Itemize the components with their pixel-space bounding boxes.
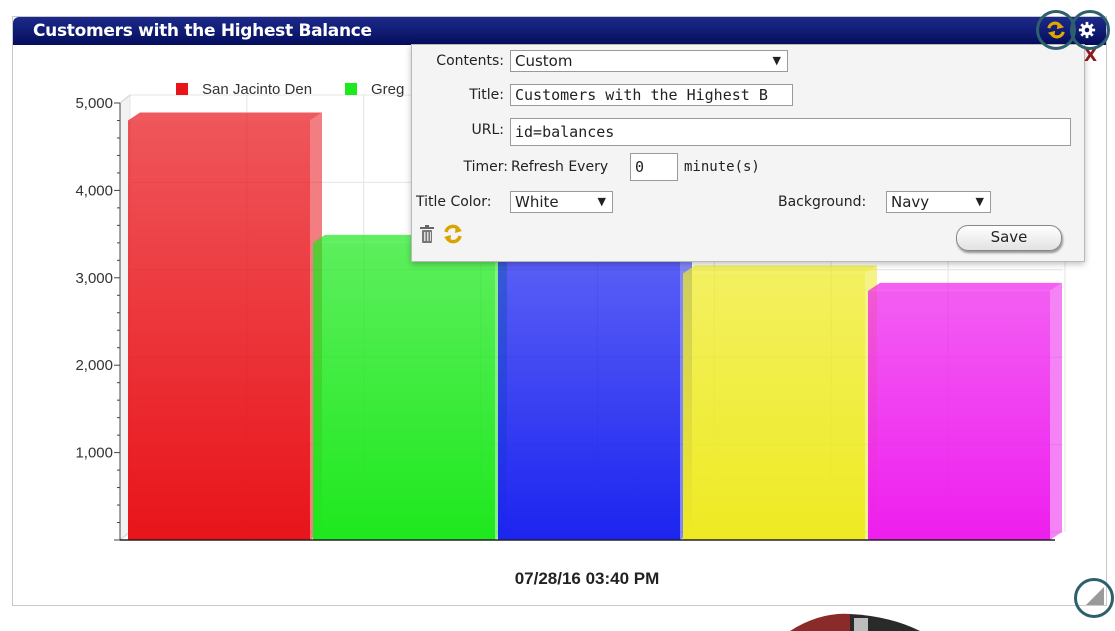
y-tick-label: 1,000 (75, 445, 113, 462)
background-label: Background: (778, 194, 867, 210)
title-color-label: Title Color: (416, 194, 492, 210)
timer-suffix: minute(s) (684, 159, 760, 175)
timer-input[interactable]: 0 (630, 153, 678, 181)
background-value: Navy (891, 193, 930, 211)
y-tick-label: 2,000 (75, 357, 113, 374)
contents-select-value: Custom (515, 52, 573, 70)
title-input[interactable]: Customers with the Highest B (510, 84, 793, 106)
legend-label[interactable]: San Jacinto Den (202, 81, 312, 98)
bar-top (128, 112, 322, 121)
dropdown-arrow-icon: ▼ (772, 54, 781, 67)
timer-prefix: Refresh Every (511, 159, 609, 175)
bar-top (868, 282, 1062, 291)
save-button[interactable]: Save (956, 225, 1062, 251)
contents-label: Contents: (436, 53, 504, 69)
dropdown-arrow-icon: ▼ (975, 195, 984, 208)
reload-icon[interactable] (442, 223, 464, 245)
background-select[interactable]: Navy ▼ (886, 191, 991, 213)
legend-swatch (176, 83, 188, 95)
bar-side (1050, 282, 1062, 540)
trash-icon[interactable] (418, 223, 436, 245)
url-input[interactable]: id=balances (510, 118, 1071, 146)
bar-top (683, 265, 877, 274)
y-tick-label: 3,000 (75, 270, 113, 287)
bar[interactable] (313, 242, 495, 540)
bar[interactable] (128, 120, 310, 540)
y-tick-label: 4,000 (75, 182, 113, 199)
title-color-value: White (515, 193, 559, 211)
highlight-ring (1074, 578, 1114, 618)
y-tick-label: 5,000 (75, 95, 113, 112)
bar[interactable] (683, 273, 865, 540)
title-color-select[interactable]: White ▼ (510, 191, 613, 213)
settings-panel: Contents: Custom ▼ Title: Customers with… (411, 44, 1085, 262)
title-label: Title: (469, 87, 504, 103)
bar[interactable] (868, 290, 1050, 540)
chart-timestamp: 07/28/16 03:40 PM (515, 569, 660, 588)
legend-label[interactable]: Greg (371, 81, 404, 98)
contents-select[interactable]: Custom ▼ (510, 50, 788, 72)
bar[interactable] (498, 247, 680, 540)
highlight-ring (1070, 10, 1110, 50)
background-image-fragment (790, 613, 920, 631)
url-label: URL: (471, 122, 505, 138)
dropdown-arrow-icon: ▼ (597, 195, 606, 208)
timer-label: Timer: (463, 159, 509, 175)
legend-swatch (345, 83, 357, 95)
